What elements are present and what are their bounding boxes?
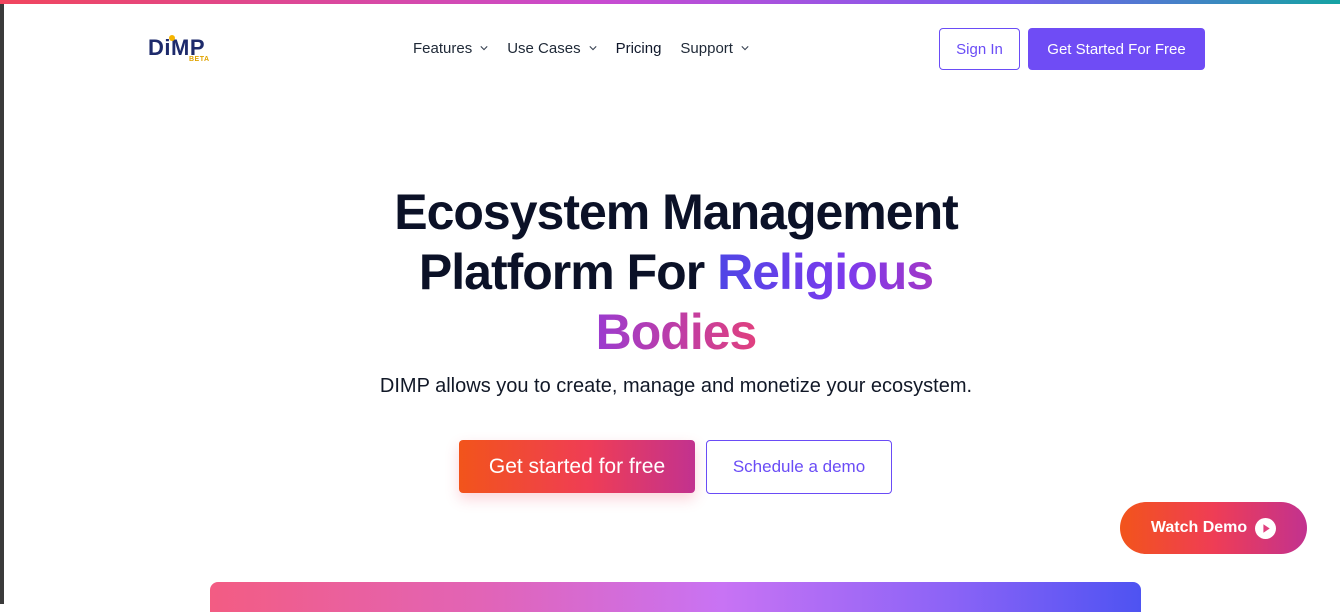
watch-demo-button[interactable]: Watch Demo bbox=[1120, 502, 1307, 554]
nav-item-label: Use Cases bbox=[507, 39, 581, 57]
nav-item-label: Features bbox=[413, 39, 473, 57]
nav-item-support[interactable]: Support bbox=[680, 40, 749, 57]
chevron-down-icon bbox=[588, 46, 597, 51]
schedule-demo-button[interactable]: Schedule a demo bbox=[706, 440, 892, 494]
logo[interactable]: DiMP BETA bbox=[148, 35, 220, 65]
nav-item-pricing[interactable]: Pricing bbox=[616, 40, 662, 57]
top-gradient-strip bbox=[0, 0, 1340, 4]
logo-beta-badge: BETA bbox=[189, 56, 210, 63]
hero-title-line1: Ecosystem Management bbox=[394, 184, 959, 240]
hero-preview-banner bbox=[210, 582, 1141, 612]
nav-item-features[interactable]: Features bbox=[413, 40, 488, 57]
chevron-down-icon bbox=[741, 46, 749, 51]
hero-title: Ecosystem Management Platform For Religi… bbox=[300, 182, 1052, 362]
logo-dot-icon bbox=[169, 35, 175, 41]
main-nav: Features Use Cases Pricing Support bbox=[413, 38, 768, 58]
hero-title-accent-bodies: Bodies bbox=[595, 304, 758, 360]
hero-title-line2: Platform For bbox=[418, 244, 705, 300]
get-started-free-button[interactable]: Get started for free bbox=[459, 440, 695, 493]
hero-subtitle: DIMP allows you to create, manage and mo… bbox=[379, 375, 973, 397]
nav-item-use-cases[interactable]: Use Cases bbox=[507, 39, 597, 57]
hero-title-accent-religious: Religious bbox=[717, 244, 934, 300]
watch-demo-label: Watch Demo bbox=[1150, 519, 1248, 536]
nav-item-label: Pricing bbox=[615, 39, 662, 57]
chevron-down-icon bbox=[480, 46, 488, 51]
get-started-nav-button[interactable]: Get Started For Free bbox=[1028, 28, 1205, 70]
sign-in-button[interactable]: Sign In bbox=[939, 28, 1020, 70]
play-icon bbox=[1255, 517, 1277, 539]
nav-item-label: Support bbox=[680, 39, 733, 57]
window-edge bbox=[0, 4, 4, 604]
